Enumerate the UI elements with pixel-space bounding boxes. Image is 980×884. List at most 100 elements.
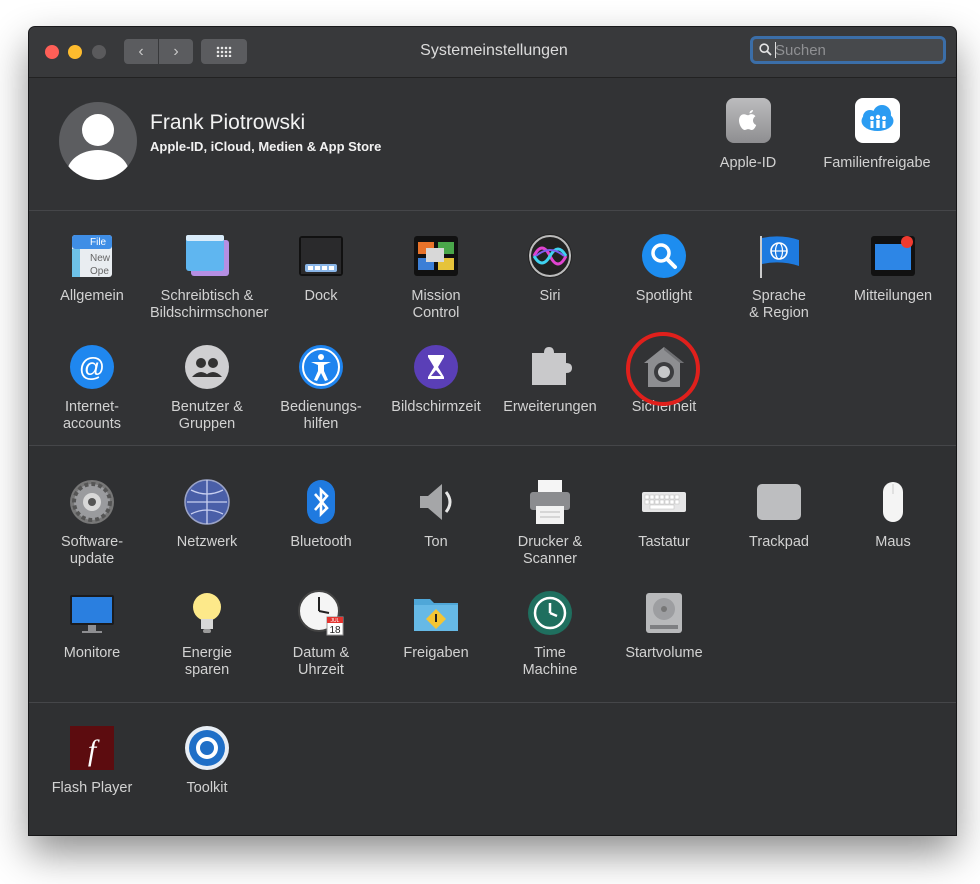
pref-label: Dock — [304, 288, 338, 304]
svg-text:@: @ — [79, 352, 105, 382]
pref-bluetooth[interactable]: Bluetooth — [264, 478, 378, 551]
screen-time-icon — [412, 343, 460, 391]
pref-energy-saver[interactable]: Energie sparen — [150, 589, 264, 679]
dock-icon — [297, 232, 345, 280]
pref-label: Energie sparen — [182, 645, 232, 678]
time-machine-icon — [526, 589, 574, 637]
pref-language-region[interactable]: Sprache & Region — [722, 232, 836, 322]
pref-screen-time[interactable]: Bildschirmzeit — [379, 343, 493, 416]
pref-label: Freigaben — [403, 645, 469, 661]
pref-label: Drucker & Scanner — [517, 534, 583, 567]
pref-label: Schreibtisch & Bildschirmschoner — [150, 288, 269, 321]
pref-label: Ton — [424, 534, 448, 550]
family-sharing-icon — [854, 98, 900, 143]
pref-notifications[interactable]: Mitteilungen — [836, 232, 950, 305]
pref-label: Sprache & Region — [749, 288, 809, 321]
pref-apple-id[interactable]: Apple-ID — [683, 98, 813, 171]
pref-extensions[interactable]: Erweiterungen — [493, 343, 607, 416]
search-icon — [759, 43, 772, 56]
window-title: Systemeinstellungen — [420, 42, 568, 59]
pref-trackpad[interactable]: Trackpad — [722, 478, 836, 551]
svg-text:JUL: JUL — [331, 618, 340, 624]
pref-family-sharing[interactable]: Familienfreigabe — [812, 98, 942, 171]
pref-startup-disk[interactable]: Startvolume — [607, 589, 721, 662]
pref-mission-control[interactable]: Mission Control — [379, 232, 493, 322]
pref-toolkit[interactable]: Toolkit — [150, 724, 264, 797]
zoom-button[interactable] — [92, 45, 106, 59]
users-groups-icon — [183, 343, 231, 391]
minimize-button[interactable] — [68, 45, 82, 59]
pref-label: Mitteilungen — [853, 288, 933, 304]
pref-flash-player[interactable]: f Flash Player — [35, 724, 149, 797]
keyboard-icon — [640, 478, 688, 526]
pref-software-update[interactable]: Software- update — [35, 478, 149, 568]
divider — [29, 210, 956, 211]
pref-label: Netzwerk — [176, 534, 238, 550]
pref-date-time[interactable]: JUL 18 Datum & Uhrzeit — [264, 589, 378, 679]
user-name[interactable]: Frank Piotrowski — [150, 111, 305, 135]
pref-displays[interactable]: Monitore — [35, 589, 149, 662]
pref-spotlight[interactable]: Spotlight — [607, 232, 721, 305]
pref-keyboard[interactable]: Tastatur — [607, 478, 721, 551]
pref-label: Internet- accounts — [62, 399, 122, 432]
bluetooth-icon — [297, 478, 345, 526]
general-icon: File New Ope — [68, 232, 116, 280]
user-subtitle[interactable]: Apple-ID, iCloud, Medien & App Store — [150, 139, 381, 154]
system-preferences-window: ‹ › Systemeinstellungen Frank Piotrowski… — [29, 27, 956, 835]
family-sharing-label: Familienfreigabe — [823, 155, 931, 171]
pref-accessibility[interactable]: Bedienungs- hilfen — [264, 343, 378, 433]
pref-label: Bluetooth — [290, 534, 352, 550]
search-input[interactable] — [775, 39, 935, 61]
grid-icon — [216, 46, 232, 57]
internet-accounts-icon: @ — [68, 343, 116, 391]
pref-sound[interactable]: Ton — [379, 478, 493, 551]
accessibility-icon — [297, 343, 345, 391]
pref-dock[interactable]: Dock — [264, 232, 378, 305]
apple-id-icon — [725, 98, 771, 143]
search-field[interactable] — [750, 36, 946, 64]
startup-disk-icon — [640, 589, 688, 637]
pref-label: Bedienungs- hilfen — [280, 399, 362, 432]
flash-player-icon: f — [68, 724, 116, 772]
close-button[interactable] — [45, 45, 59, 59]
toolkit-icon — [183, 724, 231, 772]
printer-scanner-icon — [526, 478, 574, 526]
language-region-icon — [755, 232, 803, 280]
pref-internet-accounts[interactable]: @ Internet- accounts — [35, 343, 149, 433]
mouse-icon — [869, 478, 917, 526]
svg-text:New: New — [90, 253, 111, 264]
pref-network[interactable]: Netzwerk — [150, 478, 264, 551]
pref-mouse[interactable]: Maus — [836, 478, 950, 551]
pref-users-groups[interactable]: Benutzer & Gruppen — [150, 343, 264, 433]
pref-label: Monitore — [63, 645, 121, 661]
show-all-button[interactable] — [201, 39, 247, 64]
profile-section: Frank Piotrowski Apple-ID, iCloud, Medie… — [29, 78, 956, 210]
pref-label: Time Machine — [522, 645, 578, 678]
pref-siri[interactable]: Siri — [493, 232, 607, 305]
spotlight-icon — [640, 232, 688, 280]
forward-button[interactable]: › — [159, 39, 193, 64]
pref-general[interactable]: File New Ope Allgemein — [35, 232, 149, 305]
pref-label: Datum & Uhrzeit — [292, 645, 350, 678]
date-time-icon: JUL 18 — [297, 589, 345, 637]
sound-icon — [412, 478, 460, 526]
displays-icon — [68, 589, 116, 637]
pref-time-machine[interactable]: Time Machine — [493, 589, 607, 679]
siri-icon — [526, 232, 574, 280]
pref-label: Trackpad — [749, 534, 809, 550]
extensions-icon — [526, 343, 574, 391]
back-button[interactable]: ‹ — [124, 39, 158, 64]
desktop-screensaver-icon — [183, 232, 231, 280]
sharing-icon — [412, 589, 460, 637]
avatar[interactable] — [59, 102, 137, 180]
svg-text:Ope: Ope — [90, 266, 109, 277]
trackpad-icon — [755, 478, 803, 526]
pref-label: Benutzer & Gruppen — [171, 399, 243, 432]
pref-desktop-screensaver[interactable]: Schreibtisch & Bildschirmschoner — [150, 232, 269, 322]
pref-label: Spotlight — [635, 288, 693, 304]
pref-sharing[interactable]: Freigaben — [379, 589, 493, 662]
pref-label: Startvolume — [625, 645, 703, 661]
pref-printer-scanner[interactable]: Drucker & Scanner — [493, 478, 607, 568]
software-update-icon — [68, 478, 116, 526]
text-caret — [775, 42, 776, 58]
